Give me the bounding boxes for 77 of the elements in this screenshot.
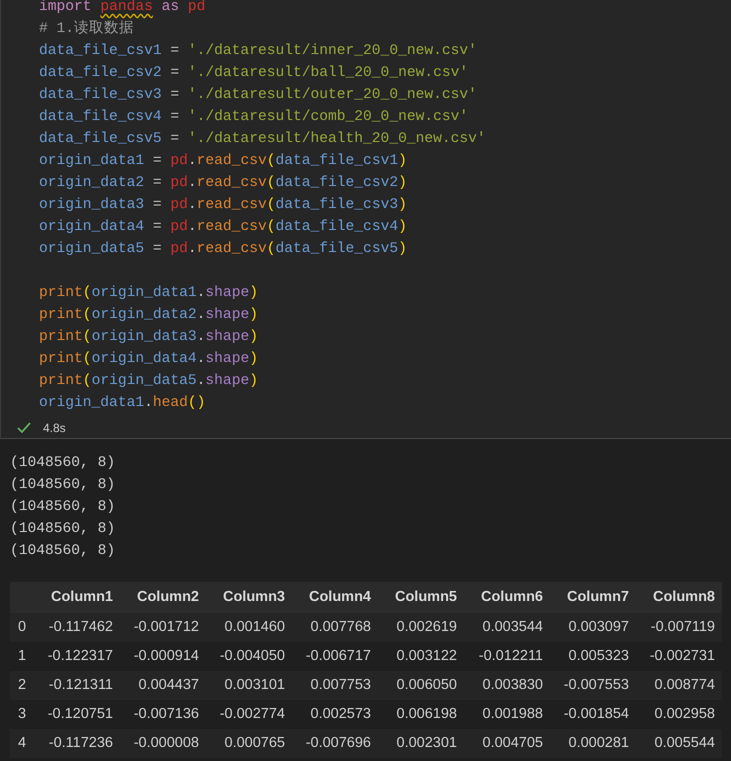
column-header: Column2 (120, 582, 206, 613)
table-cell: -0.000008 (120, 729, 206, 758)
table-cell: -0.012211 (464, 642, 550, 671)
table-cell: 0.000281 (550, 729, 636, 758)
code-line: data_file_csv3 = './dataresult/outer_20_0_new.csv' (39, 86, 477, 105)
table-cell: 0.000765 (206, 729, 292, 758)
code-line: data_file_csv2 = './dataresult/ball_20_0_new.csv' (39, 64, 468, 83)
table-cell: 0.004705 (464, 729, 550, 758)
code-line: origin_data3 = pd.read_csv(data_file_csv3) (39, 196, 407, 215)
code-line: data_file_csv5 = './dataresult/health_20_0_new.csv' (39, 130, 486, 149)
row-index: 1 (10, 642, 34, 671)
code-line: print(origin_data4.shape) (39, 350, 258, 369)
code-line: origin_data5 = pd.read_csv(data_file_csv5) (39, 240, 407, 259)
table-cell: 0.005323 (550, 642, 636, 671)
table-cell: 0.002619 (378, 613, 464, 642)
code-line: origin_data1 = pd.read_csv(data_file_csv1) (39, 152, 407, 171)
row-index: 3 (10, 700, 34, 729)
table-cell: -0.121311 (34, 671, 120, 700)
column-header: Column1 (34, 582, 120, 613)
table-cell: -0.117462 (34, 613, 120, 642)
table-cell: 0.006198 (378, 700, 464, 729)
column-header: Column4 (292, 582, 378, 613)
code-line: data_file_csv4 = './dataresult/comb_20_0_new.csv' (39, 108, 468, 127)
code-line: origin_data2 = pd.read_csv(data_file_csv2) (39, 174, 407, 193)
table-cell: -0.117236 (34, 729, 120, 758)
code-line: print(origin_data5.shape) (39, 372, 258, 391)
table-cell: 0.001460 (206, 613, 292, 642)
output-line: (1048560, 8) (10, 454, 116, 473)
table-cell: -0.004050 (206, 642, 292, 671)
output-line: (1048560, 8) (10, 520, 116, 539)
code-line: origin_data1.head() (39, 394, 206, 413)
table-cell: -0.122317 (34, 642, 120, 671)
execution-time: 4.8s (43, 420, 66, 437)
table-cell: -0.007696 (292, 729, 378, 758)
code-cell[interactable] (0, 0, 731, 439)
column-header: Column5 (378, 582, 464, 613)
code-line: # 1.读取数据 (39, 19, 134, 39)
table-cell: 0.004437 (120, 671, 206, 700)
code-line: print(origin_data3.shape) (39, 328, 258, 347)
output-line: (1048560, 8) (10, 542, 116, 561)
table-cell: -0.002774 (206, 700, 292, 729)
column-header: Column3 (206, 582, 292, 613)
table-cell: -0.000914 (120, 642, 206, 671)
table-cell: -0.120751 (34, 700, 120, 729)
table-cell: 0.006050 (378, 671, 464, 700)
table-cell: -0.001854 (550, 700, 636, 729)
table-cell: 0.002958 (636, 700, 722, 729)
table-cell: -0.007136 (120, 700, 206, 729)
row-index: 2 (10, 671, 34, 700)
table-cell: 0.003097 (550, 613, 636, 642)
table-cell: 0.003122 (378, 642, 464, 671)
column-header: Column8 (636, 582, 722, 613)
column-header: Column6 (464, 582, 550, 613)
table-cell: 0.007768 (292, 613, 378, 642)
table-cell: 0.001988 (464, 700, 550, 729)
table-cell: -0.007119 (636, 613, 722, 642)
table-cell: -0.006717 (292, 642, 378, 671)
table-cell: -0.002731 (636, 642, 722, 671)
output-line: (1048560, 8) (10, 476, 116, 495)
table-cell: 0.008774 (636, 671, 722, 700)
column-header: Column7 (550, 582, 636, 613)
code-line: data_file_csv1 = './dataresult/inner_20_0_new.csv' (39, 42, 477, 61)
row-index: 4 (10, 729, 34, 758)
table-cell: -0.007553 (550, 671, 636, 700)
table-cell: 0.003101 (206, 671, 292, 700)
table-cell: 0.002301 (378, 729, 464, 758)
table-cell: 0.007753 (292, 671, 378, 700)
code-line: print(origin_data2.shape) (39, 306, 258, 325)
table-cell: 0.003544 (464, 613, 550, 642)
output-line: (1048560, 8) (10, 498, 116, 517)
code-line: origin_data4 = pd.read_csv(data_file_csv4) (39, 218, 407, 237)
row-index: 0 (10, 613, 34, 642)
table-cell: 0.003830 (464, 671, 550, 700)
table-cell: 0.005544 (636, 729, 722, 758)
code-line: print(origin_data1.shape) (39, 284, 258, 303)
table-cell: 0.002573 (292, 700, 378, 729)
table-cell: -0.001712 (120, 613, 206, 642)
